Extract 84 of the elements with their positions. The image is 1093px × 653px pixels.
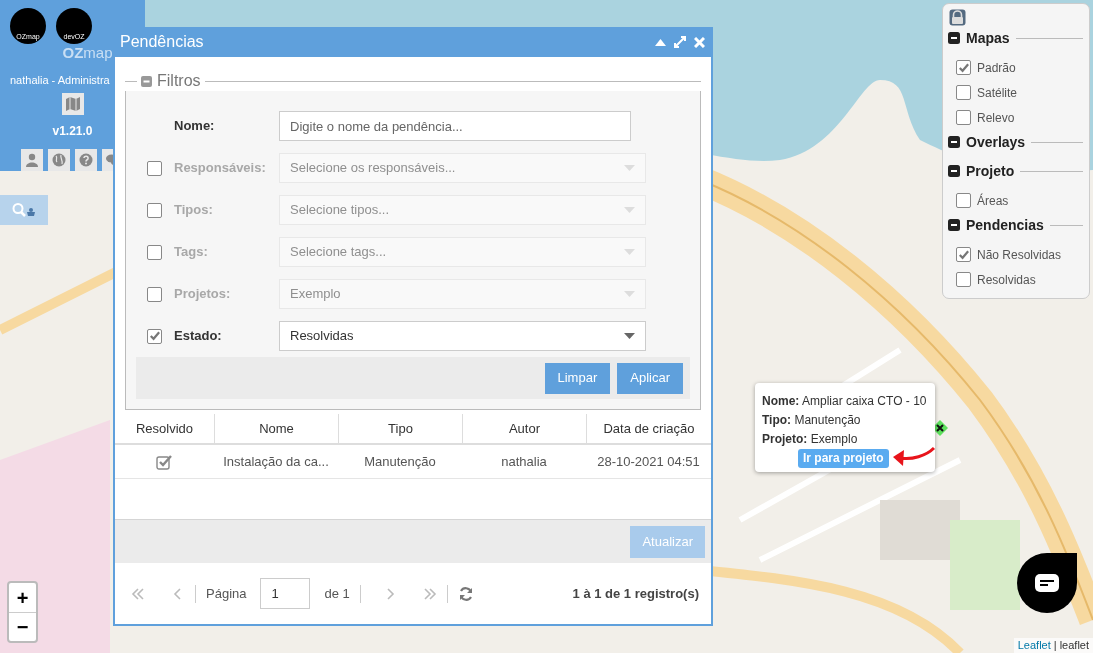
search-button[interactable]: [0, 195, 48, 225]
column-header[interactable]: Data de criação: [586, 414, 711, 443]
table-cell-text: Instalação da ca...: [222, 452, 330, 471]
page-count: de 1: [324, 584, 350, 603]
filter-label: Estado:: [173, 327, 223, 346]
zoom-in-button[interactable]: +: [9, 583, 36, 612]
filter-label: Projetos:: [173, 285, 232, 304]
layer-option-label: Áreas: [977, 192, 1009, 210]
layer-option-label: Relevo: [977, 109, 1015, 127]
checkbox[interactable]: [956, 60, 971, 75]
table-cell-text: nathalia: [500, 452, 548, 471]
attribution-text: leaflet: [1059, 638, 1089, 653]
separator: |: [1053, 638, 1057, 653]
map-icon: [64, 95, 81, 112]
name-field[interactable]: Digite o nome da pendência...: [279, 111, 631, 141]
brand-name: OZmap: [62, 45, 113, 60]
filter-label: Nome:: [173, 117, 216, 136]
minus-icon[interactable]: [948, 136, 960, 148]
expand-icon[interactable]: [673, 35, 687, 49]
layer-option-label: Padrão: [977, 59, 1016, 77]
layer-group-title: Overlays: [966, 132, 1026, 152]
checkbox[interactable]: [956, 272, 971, 287]
layer-option-label: Não Resolvidas: [977, 246, 1062, 264]
globe-icon: [51, 151, 67, 168]
table-cell-text: 28-10-2021 04:51: [596, 452, 701, 471]
caret-icon: [624, 291, 635, 297]
caret-icon: [624, 165, 635, 171]
select-field[interactable]: Resolvidas: [279, 321, 646, 351]
leaflet-link[interactable]: Leaflet: [1017, 638, 1051, 653]
map-button[interactable]: [61, 92, 84, 115]
column-header[interactable]: Autor: [462, 414, 586, 443]
minus-icon[interactable]: [948, 32, 960, 44]
page-label: Página: [206, 584, 247, 603]
arrow-drawing: [892, 446, 937, 469]
dialog-title: Pendências: [120, 32, 204, 52]
version-label: v1.21.0: [52, 122, 93, 140]
minus-icon[interactable]: [948, 219, 960, 231]
last-page-icon[interactable]: [422, 586, 437, 601]
user-button[interactable]: [21, 148, 43, 171]
lock-icon[interactable]: [949, 9, 966, 26]
collapse-icon[interactable]: [655, 38, 666, 46]
layer-group-title: Mapas: [966, 28, 1010, 48]
checkbox[interactable]: [147, 202, 162, 218]
filter-label: Responsáveis:: [173, 159, 267, 178]
column-header[interactable]: Resolvido: [115, 414, 214, 443]
filters-legend: Filtros: [157, 73, 201, 89]
user-icon: [24, 151, 40, 168]
caret-icon: [624, 207, 635, 213]
layer-option-label: Resolvidas: [977, 271, 1036, 289]
chat-icon: [1035, 574, 1059, 592]
popup-line: Nome: Ampliar caixa CTO - 10: [762, 393, 928, 410]
caret-icon: [624, 333, 635, 339]
first-page-icon[interactable]: [131, 586, 145, 601]
checkbox[interactable]: [147, 160, 162, 176]
filter-label: Tipos:: [173, 201, 214, 220]
table-cell-text: Manutenção: [363, 452, 437, 471]
column-header[interactable]: Nome: [214, 414, 338, 443]
record-summary: 1 à 1 de 1 registro(s): [572, 584, 699, 603]
minus-icon[interactable]: [948, 165, 960, 177]
filter-label: Tags:: [173, 243, 209, 262]
checkbox[interactable]: [956, 85, 971, 100]
help-icon: [78, 151, 94, 168]
layer-group-title: Pendencias: [966, 215, 1044, 235]
checkbox[interactable]: [956, 193, 971, 208]
user-name: nathalia - Administra: [9, 73, 110, 88]
layer-option-label: Satélite: [977, 84, 1018, 102]
page-field[interactable]: 1: [260, 578, 311, 609]
checkbox[interactable]: [147, 328, 162, 344]
close-icon[interactable]: [694, 36, 705, 48]
checkbox[interactable]: [956, 247, 971, 262]
column-header[interactable]: Tipo: [338, 414, 462, 443]
caret-icon: [624, 249, 635, 255]
popup-line: Tipo: Manutenção: [762, 412, 862, 429]
layer-group-title: Projeto: [966, 161, 1015, 181]
globe-button[interactable]: [48, 148, 70, 171]
help-button[interactable]: [75, 148, 97, 171]
popup-line: Projeto: Exemplo: [762, 431, 859, 448]
checkbox[interactable]: [147, 286, 162, 302]
table-row[interactable]: Instalação da ca... Manutenção nathalia 28-10-2021 04:51: [115, 445, 711, 479]
checkbox[interactable]: [956, 110, 971, 125]
checkbox[interactable]: [147, 244, 162, 260]
refresh-icon[interactable]: [457, 585, 474, 602]
search-icon: [11, 202, 37, 218]
zoom-out-button[interactable]: −: [9, 612, 36, 641]
